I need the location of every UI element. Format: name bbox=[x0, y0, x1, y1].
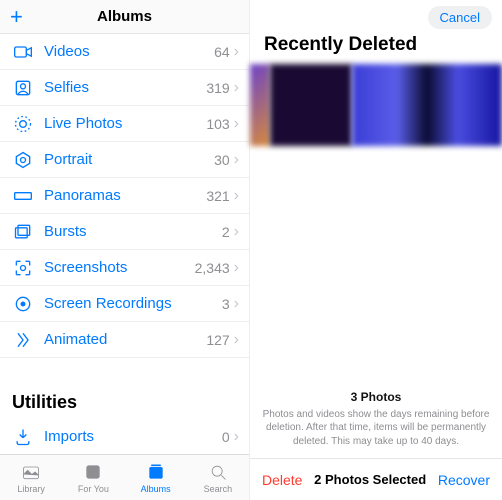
row-count: 64 bbox=[214, 44, 230, 60]
row-bursts[interactable]: Bursts 2 › bbox=[0, 214, 249, 250]
row-animated[interactable]: Animated 127 › bbox=[0, 322, 249, 358]
chevron-right-icon: › bbox=[234, 223, 239, 241]
row-label: Panoramas bbox=[44, 187, 206, 204]
tab-label: Albums bbox=[141, 484, 171, 494]
tab-label: Library bbox=[17, 484, 45, 494]
row-count: 30 bbox=[214, 152, 230, 168]
selection-count: 2 Photos Selected bbox=[314, 472, 426, 487]
add-album-button[interactable]: + bbox=[10, 6, 23, 28]
portrait-icon bbox=[12, 149, 34, 171]
tab-label: Search bbox=[204, 484, 233, 494]
albums-list[interactable]: Videos 64 › Selfies 319 › Live Photos 10… bbox=[0, 34, 249, 454]
tab-bar: Library For You Albums Search bbox=[0, 454, 249, 500]
row-panoramas[interactable]: Panoramas 321 › bbox=[0, 178, 249, 214]
recently-deleted-title: Recently Deleted bbox=[250, 34, 502, 64]
row-label: Selfies bbox=[44, 79, 206, 96]
chevron-right-icon: › bbox=[234, 151, 239, 169]
row-count: 2,343 bbox=[195, 260, 230, 276]
recover-button[interactable]: Recover bbox=[438, 472, 490, 488]
recordings-icon bbox=[12, 293, 34, 315]
row-selfies[interactable]: Selfies 319 › bbox=[0, 70, 249, 106]
albums-header: + Albums bbox=[0, 0, 249, 34]
row-label: Imports bbox=[44, 428, 222, 445]
right-body: 3 Photos Photos and videos show the days… bbox=[250, 146, 502, 458]
chevron-right-icon: › bbox=[234, 79, 239, 97]
deletion-description: Photos and videos show the days remainin… bbox=[262, 408, 490, 449]
right-header: Cancel bbox=[250, 0, 502, 34]
chevron-right-icon: › bbox=[234, 43, 239, 61]
row-label: Live Photos bbox=[44, 115, 206, 132]
row-label: Bursts bbox=[44, 223, 222, 240]
tab-search-icon bbox=[207, 462, 229, 482]
bursts-icon bbox=[12, 221, 34, 243]
row-count: 3 bbox=[222, 296, 230, 312]
chevron-right-icon: › bbox=[234, 295, 239, 313]
row-count: 103 bbox=[206, 116, 229, 132]
tab-albums[interactable]: Albums bbox=[125, 455, 187, 500]
chevron-right-icon: › bbox=[234, 187, 239, 205]
deleted-thumbnails[interactable] bbox=[250, 64, 502, 146]
row-count: 321 bbox=[206, 188, 229, 204]
row-label: Screenshots bbox=[44, 259, 195, 276]
tab-foryou[interactable]: For You bbox=[62, 455, 124, 500]
row-recordings[interactable]: Screen Recordings 3 › bbox=[0, 286, 249, 322]
tab-library-icon bbox=[20, 462, 42, 482]
thumbnail[interactable] bbox=[270, 64, 352, 146]
delete-button[interactable]: Delete bbox=[262, 472, 302, 488]
tab-foryou-icon bbox=[82, 462, 104, 482]
utilities-heading: Utilities bbox=[0, 386, 249, 419]
tab-search[interactable]: Search bbox=[187, 455, 249, 500]
videos-icon bbox=[12, 41, 34, 63]
row-label: Videos bbox=[44, 43, 214, 60]
animated-icon bbox=[12, 329, 34, 351]
row-videos[interactable]: Videos 64 › bbox=[0, 34, 249, 70]
tab-label: For You bbox=[78, 484, 109, 494]
livephotos-icon bbox=[12, 113, 34, 135]
row-portrait[interactable]: Portrait 30 › bbox=[0, 142, 249, 178]
cancel-button[interactable]: Cancel bbox=[428, 6, 492, 29]
albums-pane: + Albums Videos 64 › Selfies 319 › Live … bbox=[0, 0, 250, 500]
row-count: 319 bbox=[206, 80, 229, 96]
photo-count: 3 Photos bbox=[351, 390, 402, 404]
imports-icon bbox=[12, 426, 34, 448]
chevron-right-icon: › bbox=[234, 428, 239, 446]
tab-albums-icon bbox=[145, 462, 167, 482]
row-label: Portrait bbox=[44, 151, 214, 168]
albums-title: Albums bbox=[97, 8, 152, 25]
thumbnail[interactable] bbox=[250, 64, 270, 146]
row-label: Animated bbox=[44, 331, 206, 348]
panoramas-icon bbox=[12, 185, 34, 207]
action-bar: Delete 2 Photos Selected Recover bbox=[250, 458, 502, 500]
row-count: 0 bbox=[222, 429, 230, 445]
row-count: 127 bbox=[206, 332, 229, 348]
row-livephotos[interactable]: Live Photos 103 › bbox=[0, 106, 249, 142]
chevron-right-icon: › bbox=[234, 259, 239, 277]
row-imports[interactable]: Imports 0 › bbox=[0, 419, 249, 454]
selfies-icon bbox=[12, 77, 34, 99]
row-count: 2 bbox=[222, 224, 230, 240]
tab-library[interactable]: Library bbox=[0, 455, 62, 500]
recently-deleted-pane: Cancel Recently Deleted 3 Photos Photos … bbox=[250, 0, 502, 500]
row-label: Screen Recordings bbox=[44, 295, 222, 312]
row-screenshots[interactable]: Screenshots 2,343 › bbox=[0, 250, 249, 286]
chevron-right-icon: › bbox=[234, 331, 239, 349]
chevron-right-icon: › bbox=[234, 115, 239, 133]
thumbnail[interactable] bbox=[352, 64, 502, 146]
screenshots-icon bbox=[12, 257, 34, 279]
